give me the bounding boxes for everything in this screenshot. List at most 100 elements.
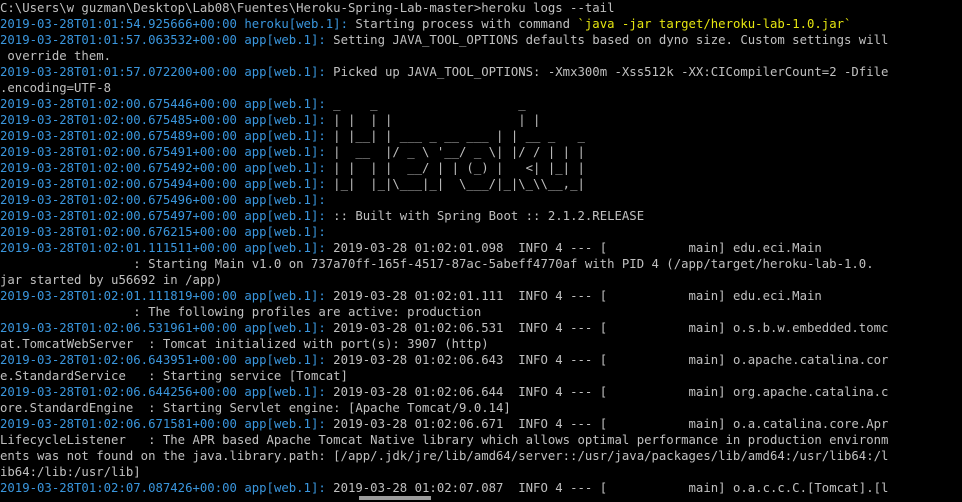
log-message: |_| |_|\___|_| \___/|_|\_\\__,_| [325, 177, 585, 191]
log-timestamp: 2019-03-28T01:02:06.531961+00:00 [0, 321, 237, 335]
terminal-line: C:\Users\w guzman\Desktop\Lab08\Fuentes\… [0, 0, 962, 16]
log-timestamp: 2019-03-28T01:02:00.676215+00:00 [0, 225, 237, 239]
log-source: app[web.1]: [236, 177, 326, 191]
log-message: 2019-03-28 01:02:06.644 INFO 4 --- [ mai… [325, 385, 889, 399]
log-message: | | | | | | [325, 113, 541, 127]
log-source: app[web.1]: [236, 161, 326, 175]
log-message: 2019-03-28 01:02:06.643 INFO 4 --- [ mai… [325, 353, 889, 367]
log-timestamp: 2019-03-28T01:01:57.063532+00:00 [0, 33, 237, 47]
line-text: at.TomcatWebServer : Tomcat initialized … [0, 337, 489, 351]
terminal-line: 2019-03-28T01:02:00.676215+00:00 app[web… [0, 224, 962, 240]
log-message: 2019-03-28 01:02:01.111 INFO 4 --- [ mai… [325, 289, 822, 303]
terminal-line: 2019-03-28T01:02:01.111819+00:00 app[web… [0, 288, 962, 304]
log-timestamp: 2019-03-28T01:02:06.671581+00:00 [0, 417, 237, 431]
log-command: `java -jar target/heroku-lab-1.0.jar` [577, 17, 852, 31]
line-text: e.StandardService : Starting service [To… [0, 369, 348, 383]
terminal-line: 2019-03-28T01:02:00.675489+00:00 app[web… [0, 128, 962, 144]
log-message: _ _ _ [325, 97, 526, 111]
log-message: | __ |/ _ \ '__/ _ \| |/ / | | | [325, 145, 585, 159]
log-source: app[web.1]: [236, 385, 326, 399]
terminal-line: ib64:/lib:/usr/lib] [0, 464, 962, 480]
log-source: app[web.1]: [236, 97, 326, 111]
log-source: app[web.1]: [236, 321, 326, 335]
log-source: app[web.1]: [236, 289, 326, 303]
terminal-line: 2019-03-28T01:02:00.675496+00:00 app[web… [0, 192, 962, 208]
terminal-line: 2019-03-28T01:02:06.643951+00:00 app[web… [0, 352, 962, 368]
log-timestamp: 2019-03-28T01:01:54.925666+00:00 [0, 17, 237, 31]
log-source: app[web.1]: [236, 33, 326, 47]
terminal-line: 2019-03-28T01:02:00.675491+00:00 app[web… [0, 144, 962, 160]
terminal-line: at.TomcatWebServer : Tomcat initialized … [0, 336, 962, 352]
log-message: Picked up JAVA_TOOL_OPTIONS: -Xmx300m -X… [325, 65, 889, 79]
line-text: ore.StandardEngine : Starting Servlet en… [0, 401, 511, 415]
log-timestamp: 2019-03-28T01:02:00.675491+00:00 [0, 145, 237, 159]
terminal-line: 2019-03-28T01:02:00.675494+00:00 app[web… [0, 176, 962, 192]
line-text: override them. [0, 49, 112, 63]
terminal-line: : Starting Main v1.0 on 737a70ff-165f-45… [0, 256, 962, 272]
terminal-line: 2019-03-28T01:02:01.111511+00:00 app[web… [0, 240, 962, 256]
log-timestamp: 2019-03-28T01:02:07.087426+00:00 [0, 481, 237, 495]
log-message: 2019-03-28 01:02:01.098 INFO 4 --- [ mai… [325, 241, 822, 255]
log-timestamp: 2019-03-28T01:01:57.072200+00:00 [0, 65, 237, 79]
log-message: :: Built with Spring Boot :: 2.1.2.RELEA… [325, 209, 645, 223]
line-text: : The following profiles are active: pro… [0, 305, 482, 319]
terminal-line: 2019-03-28T01:01:57.063532+00:00 app[web… [0, 32, 962, 48]
log-message: 2019-03-28 01:02:07.087 INFO 4 --- [ mai… [325, 481, 889, 495]
terminal-line: e.StandardService : Starting service [To… [0, 368, 962, 384]
terminal-line: 2019-03-28T01:02:00.675497+00:00 app[web… [0, 208, 962, 224]
log-timestamp: 2019-03-28T01:02:01.111511+00:00 [0, 241, 237, 255]
terminal-line: LifecycleListener : The APR based Apache… [0, 432, 962, 448]
log-message: | |__| | ___ _ __ ___ | | __ _ _ [325, 129, 585, 143]
log-message: 2019-03-28 01:02:06.671 INFO 4 --- [ mai… [325, 417, 889, 431]
log-timestamp: 2019-03-28T01:02:01.111819+00:00 [0, 289, 237, 303]
text-cursor [359, 496, 431, 500]
terminal-line: ents was not found on the java.library.p… [0, 448, 962, 464]
terminal-line: 2019-03-28T01:02:00.675492+00:00 app[web… [0, 160, 962, 176]
line-text: ents was not found on the java.library.p… [0, 449, 889, 463]
line-text: C:\Users\w guzman\Desktop\Lab08\Fuentes\… [0, 1, 615, 15]
terminal-line: 2019-03-28T01:01:57.072200+00:00 app[web… [0, 64, 962, 80]
log-message: Setting JAVA_TOOL_OPTIONS defaults based… [325, 33, 889, 47]
line-text: : Starting Main v1.0 on 737a70ff-165f-45… [0, 257, 874, 271]
terminal-line: 2019-03-28T01:02:06.671581+00:00 app[web… [0, 416, 962, 432]
log-source: app[web.1]: [236, 193, 326, 207]
terminal-line: 2019-03-28T01:02:00.675446+00:00 app[web… [0, 96, 962, 112]
log-source: app[web.1]: [236, 65, 326, 79]
log-source: app[web.1]: [236, 145, 326, 159]
log-timestamp: 2019-03-28T01:02:00.675489+00:00 [0, 129, 237, 143]
log-timestamp: 2019-03-28T01:02:06.643951+00:00 [0, 353, 237, 367]
log-message: 2019-03-28 01:02:06.531 INFO 4 --- [ mai… [325, 321, 889, 335]
terminal-line: 2019-03-28T01:02:00.675485+00:00 app[web… [0, 112, 962, 128]
terminal-line: 2019-03-28T01:02:06.644256+00:00 app[web… [0, 384, 962, 400]
terminal-line: ore.StandardEngine : Starting Servlet en… [0, 400, 962, 416]
line-text: LifecycleListener : The APR based Apache… [0, 433, 889, 447]
log-source: app[web.1]: [236, 353, 326, 367]
log-timestamp: 2019-03-28T01:02:00.675446+00:00 [0, 97, 237, 111]
terminal-line: : The following profiles are active: pro… [0, 304, 962, 320]
log-source: app[web.1]: [236, 225, 326, 239]
log-timestamp: 2019-03-28T01:02:00.675492+00:00 [0, 161, 237, 175]
terminal-line: 2019-03-28T01:02:06.531961+00:00 app[web… [0, 320, 962, 336]
log-source: app[web.1]: [236, 481, 326, 495]
line-text: .encoding=UTF-8 [0, 81, 112, 95]
terminal-line: override them. [0, 48, 962, 64]
log-timestamp: 2019-03-28T01:02:06.644256+00:00 [0, 385, 237, 399]
log-source: app[web.1]: [236, 209, 326, 223]
log-source: heroku[web.1]: [236, 17, 348, 31]
log-source: app[web.1]: [236, 417, 326, 431]
terminal-line: jar started by u56692 in /app) [0, 272, 962, 288]
log-source: app[web.1]: [236, 113, 326, 127]
log-message: | | | | __/ | | (_) | <| |_| | [325, 161, 585, 175]
log-timestamp: 2019-03-28T01:02:00.675497+00:00 [0, 209, 237, 223]
log-source: app[web.1]: [236, 241, 326, 255]
log-timestamp: 2019-03-28T01:02:00.675496+00:00 [0, 193, 237, 207]
terminal-line: .encoding=UTF-8 [0, 80, 962, 96]
line-text: jar started by u56692 in /app) [0, 273, 223, 287]
terminal-line: 2019-03-28T01:01:54.925666+00:00 heroku[… [0, 16, 962, 32]
terminal-window[interactable]: C:\Users\w guzman\Desktop\Lab08\Fuentes\… [0, 0, 962, 502]
log-timestamp: 2019-03-28T01:02:00.675494+00:00 [0, 177, 237, 191]
line-text: ib64:/lib:/usr/lib] [0, 465, 141, 479]
terminal-line: 2019-03-28T01:02:07.087426+00:00 app[web… [0, 480, 962, 496]
log-timestamp: 2019-03-28T01:02:00.675485+00:00 [0, 113, 237, 127]
log-message: Starting process with command [347, 17, 578, 31]
